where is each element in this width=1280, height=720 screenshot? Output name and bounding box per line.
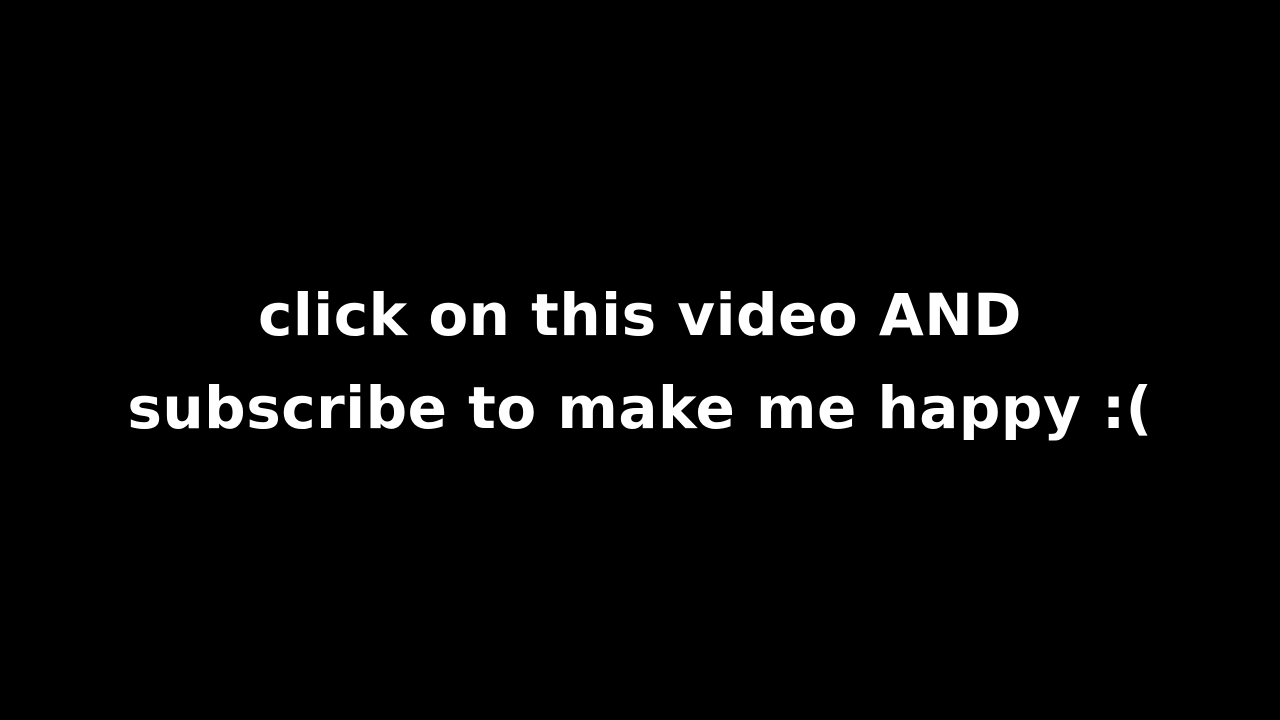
video-frame: click on this video AND subscribe to mak… (0, 0, 1280, 720)
caption-line-1: click on this video AND (258, 281, 1022, 349)
caption-line-2: subscribe to make me happy :( (127, 374, 1153, 442)
caption-text: click on this video AND subscribe to mak… (127, 269, 1152, 455)
